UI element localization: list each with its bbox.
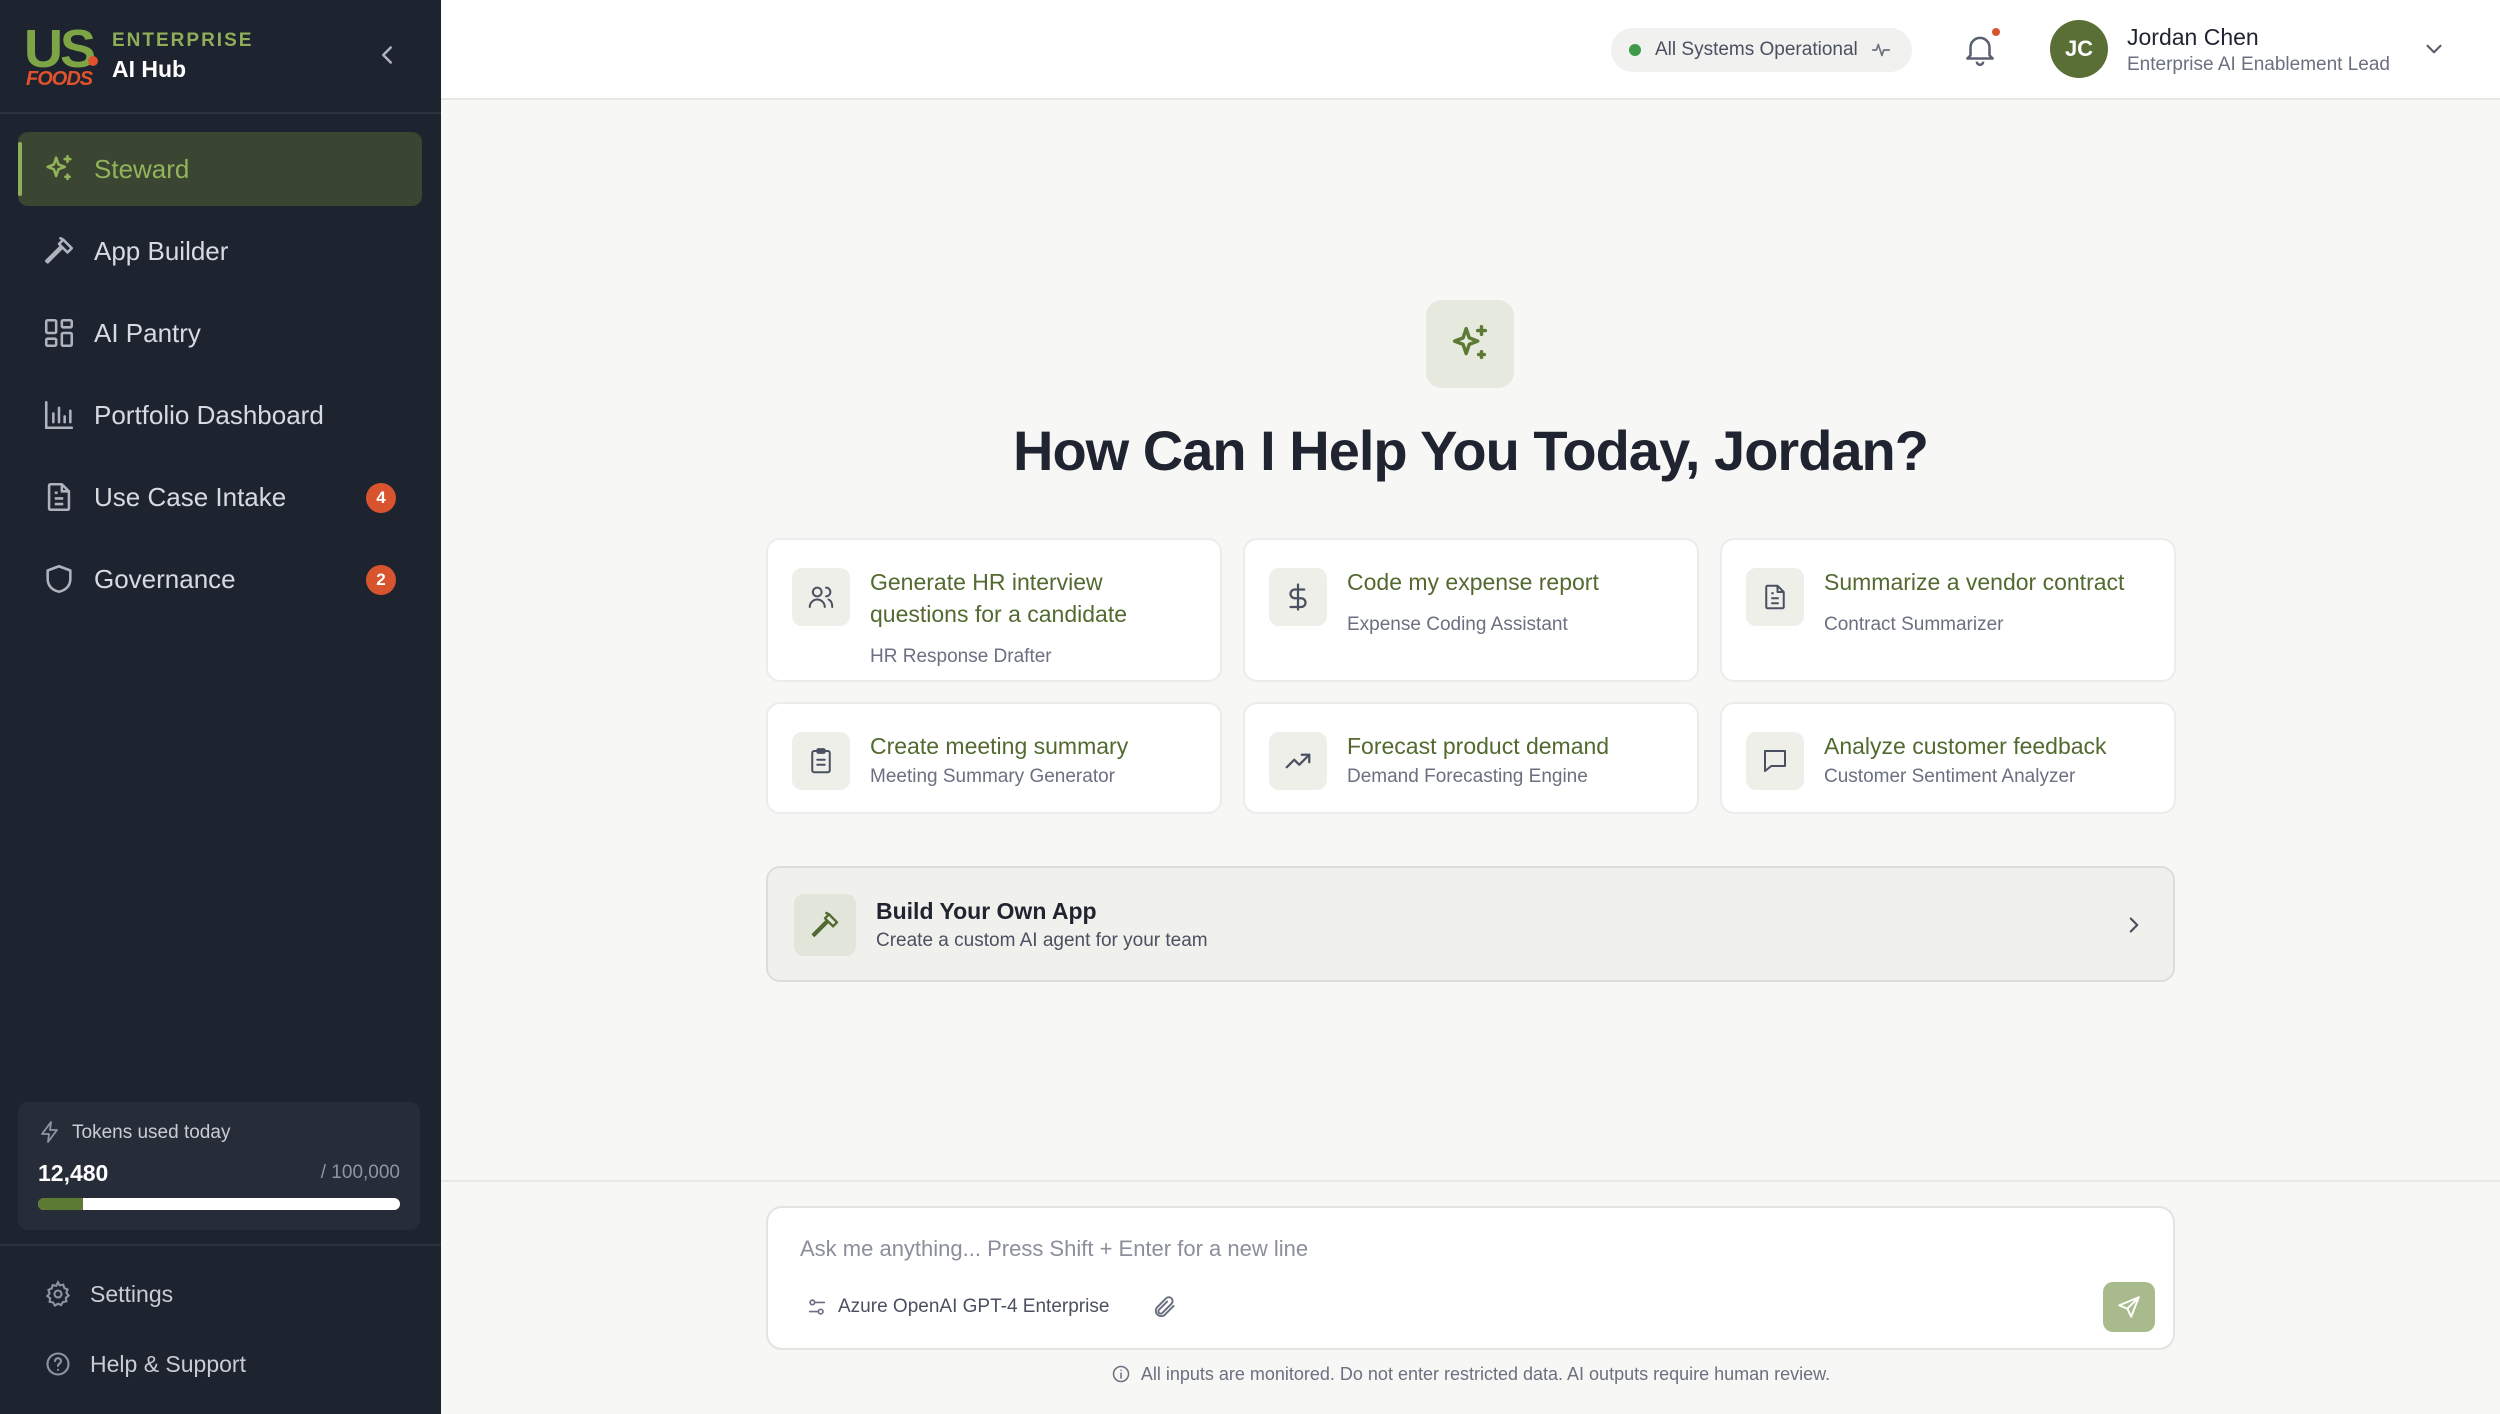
nav-label: Steward [94, 153, 190, 184]
help-support-link[interactable]: Help & Support [44, 1350, 246, 1378]
suggestion-title: Code my expense report [1347, 569, 1599, 595]
suggestion-subtitle: Demand Forecasting Engine [1347, 766, 1588, 787]
attach-file-button[interactable] [1152, 1294, 1178, 1320]
disclaimer: All inputs are monitored. Do not enter r… [441, 1364, 2500, 1385]
suggestion-card[interactable]: Analyze customer feedback Customer Senti… [1720, 702, 2176, 814]
hammer-icon [794, 894, 856, 956]
activity-icon [1870, 39, 1892, 61]
sparkle-icon [1447, 321, 1493, 367]
dollar-icon [1269, 568, 1327, 626]
user-name[interactable]: Jordan Chen [2127, 24, 2259, 51]
chevron-right-icon [2121, 912, 2147, 938]
suggestion-subtitle: Expense Coding Assistant [1347, 614, 1568, 635]
build-title: Build Your Own App [876, 898, 1097, 924]
gear-icon [44, 1280, 72, 1308]
paperclip-icon [1154, 1296, 1175, 1318]
hero-title: How Can I Help You Today, Jordan? [1013, 419, 1929, 482]
clipboard-icon [792, 732, 850, 790]
sparkle-icon [42, 152, 76, 186]
tokens-label: Tokens used today [72, 1122, 231, 1143]
build-your-own-app-card[interactable]: Build Your Own App Create a custom AI ag… [766, 866, 2175, 982]
user-avatar[interactable]: JC [2050, 20, 2108, 78]
settings-label: Settings [90, 1280, 174, 1307]
chat-input[interactable] [800, 1236, 2000, 1262]
settings-link[interactable]: Settings [44, 1280, 173, 1308]
chevron-left-icon [382, 46, 392, 64]
logo-dot [88, 56, 98, 66]
logo-foods-text: FOODS [26, 68, 93, 90]
model-name: Azure OpenAI GPT-4 Enterprise [838, 1296, 1110, 1317]
suggestion-subtitle: Customer Sentiment Analyzer [1824, 766, 2076, 787]
hero-sparkle-badge [1426, 300, 1514, 388]
brand-tagline: ENTERPRISE [112, 30, 254, 51]
message-icon [1746, 732, 1804, 790]
nav-item-ai-pantry[interactable]: AI Pantry [18, 296, 422, 370]
shield-icon [42, 562, 76, 596]
suggestion-subtitle: Contract Summarizer [1824, 614, 2004, 635]
nav-label: App Builder [94, 235, 229, 266]
suggestion-subtitle: HR Response Drafter [870, 646, 1052, 667]
user-role: Enterprise AI Enablement Lead [2127, 54, 2391, 75]
nav-item-steward[interactable]: Steward [18, 132, 422, 206]
nav-item-use-case-intake[interactable]: Use Case Intake 4 [18, 460, 422, 534]
suggestion-title: Create meeting summary [870, 733, 1129, 759]
file-text-icon [1746, 568, 1804, 626]
suggestion-card[interactable]: Generate HR interview questions for a ca… [766, 538, 1222, 682]
send-icon [2116, 1294, 2142, 1320]
nav-label: Portfolio Dashboard [94, 399, 324, 430]
hammer-icon [42, 234, 76, 268]
nav-item-portfolio-dashboard[interactable]: Portfolio Dashboard [18, 378, 422, 452]
suggestion-subtitle: Meeting Summary Generator [870, 766, 1115, 787]
nav-badge: 2 [366, 565, 396, 595]
main-nav: Steward App Builder AI Pantry Portfolio … [18, 132, 422, 624]
help-label: Help & Support [90, 1350, 246, 1377]
nav-label: AI Pantry [94, 317, 201, 348]
suggestion-card[interactable]: Summarize a vendor contract Contract Sum… [1720, 538, 2176, 682]
sidebar: US FOODS ENTERPRISE AI Hub Steward App B… [0, 0, 441, 1414]
document-icon [42, 480, 76, 514]
trending-up-icon [1269, 732, 1327, 790]
tokens-total: / 100,000 [320, 1162, 400, 1183]
grid-icon [42, 316, 76, 350]
sliders-icon [806, 1296, 828, 1318]
us-foods-logo[interactable]: US FOODS [24, 19, 98, 92]
nav-item-app-builder[interactable]: App Builder [18, 214, 422, 288]
tokens-progress-bar [38, 1198, 400, 1210]
suggestion-card[interactable]: Code my expense report Expense Coding As… [1243, 538, 1699, 682]
info-icon [1111, 1364, 1131, 1384]
nav-label: Use Case Intake [94, 481, 287, 512]
build-subtitle: Create a custom AI agent for your team [876, 930, 1208, 951]
collapse-sidebar-button[interactable] [372, 40, 402, 70]
nav-item-governance[interactable]: Governance 2 [18, 542, 422, 616]
status-text: All Systems Operational [1655, 39, 1858, 60]
suggestion-title: Generate HR interview questions for a ca… [870, 569, 1128, 627]
bar-chart-icon [42, 398, 76, 432]
suggestion-title: Summarize a vendor contract [1824, 569, 2125, 595]
system-status-pill[interactable]: All Systems Operational [1611, 28, 1912, 72]
sidebar-divider [0, 1244, 441, 1246]
send-button[interactable] [2103, 1282, 2155, 1332]
disclaimer-text: All inputs are monitored. Do not enter r… [1140, 1364, 1831, 1384]
chat-composer: Azure OpenAI GPT-4 Enterprise [766, 1206, 2175, 1350]
notification-dot [1990, 26, 2002, 38]
token-usage-panel: Tokens used today 12,480 / 100,000 [18, 1102, 420, 1230]
users-icon [792, 568, 850, 626]
tokens-used: 12,480 [38, 1160, 109, 1186]
help-circle-icon [44, 1350, 72, 1378]
user-menu-toggle[interactable] [2421, 36, 2447, 62]
brand-product-name: AI Hub [112, 56, 187, 82]
model-selector[interactable]: Azure OpenAI GPT-4 Enterprise [806, 1296, 1109, 1318]
suggestion-card[interactable]: Forecast product demand Demand Forecasti… [1243, 702, 1699, 814]
top-header: All Systems Operational JC Jordan Chen E… [441, 0, 2500, 100]
nav-label: Governance [94, 563, 236, 594]
brand-header: US FOODS ENTERPRISE AI Hub [0, 0, 441, 114]
suggestion-title: Forecast product demand [1347, 733, 1610, 759]
status-dot [1629, 44, 1641, 56]
chevron-down-icon [2426, 44, 2442, 54]
nav-badge: 4 [366, 483, 396, 513]
suggestion-card[interactable]: Create meeting summary Meeting Summary G… [766, 702, 1222, 814]
tokens-progress-fill [38, 1198, 84, 1210]
suggestion-title: Analyze customer feedback [1824, 733, 2107, 759]
lightning-icon [38, 1120, 62, 1144]
